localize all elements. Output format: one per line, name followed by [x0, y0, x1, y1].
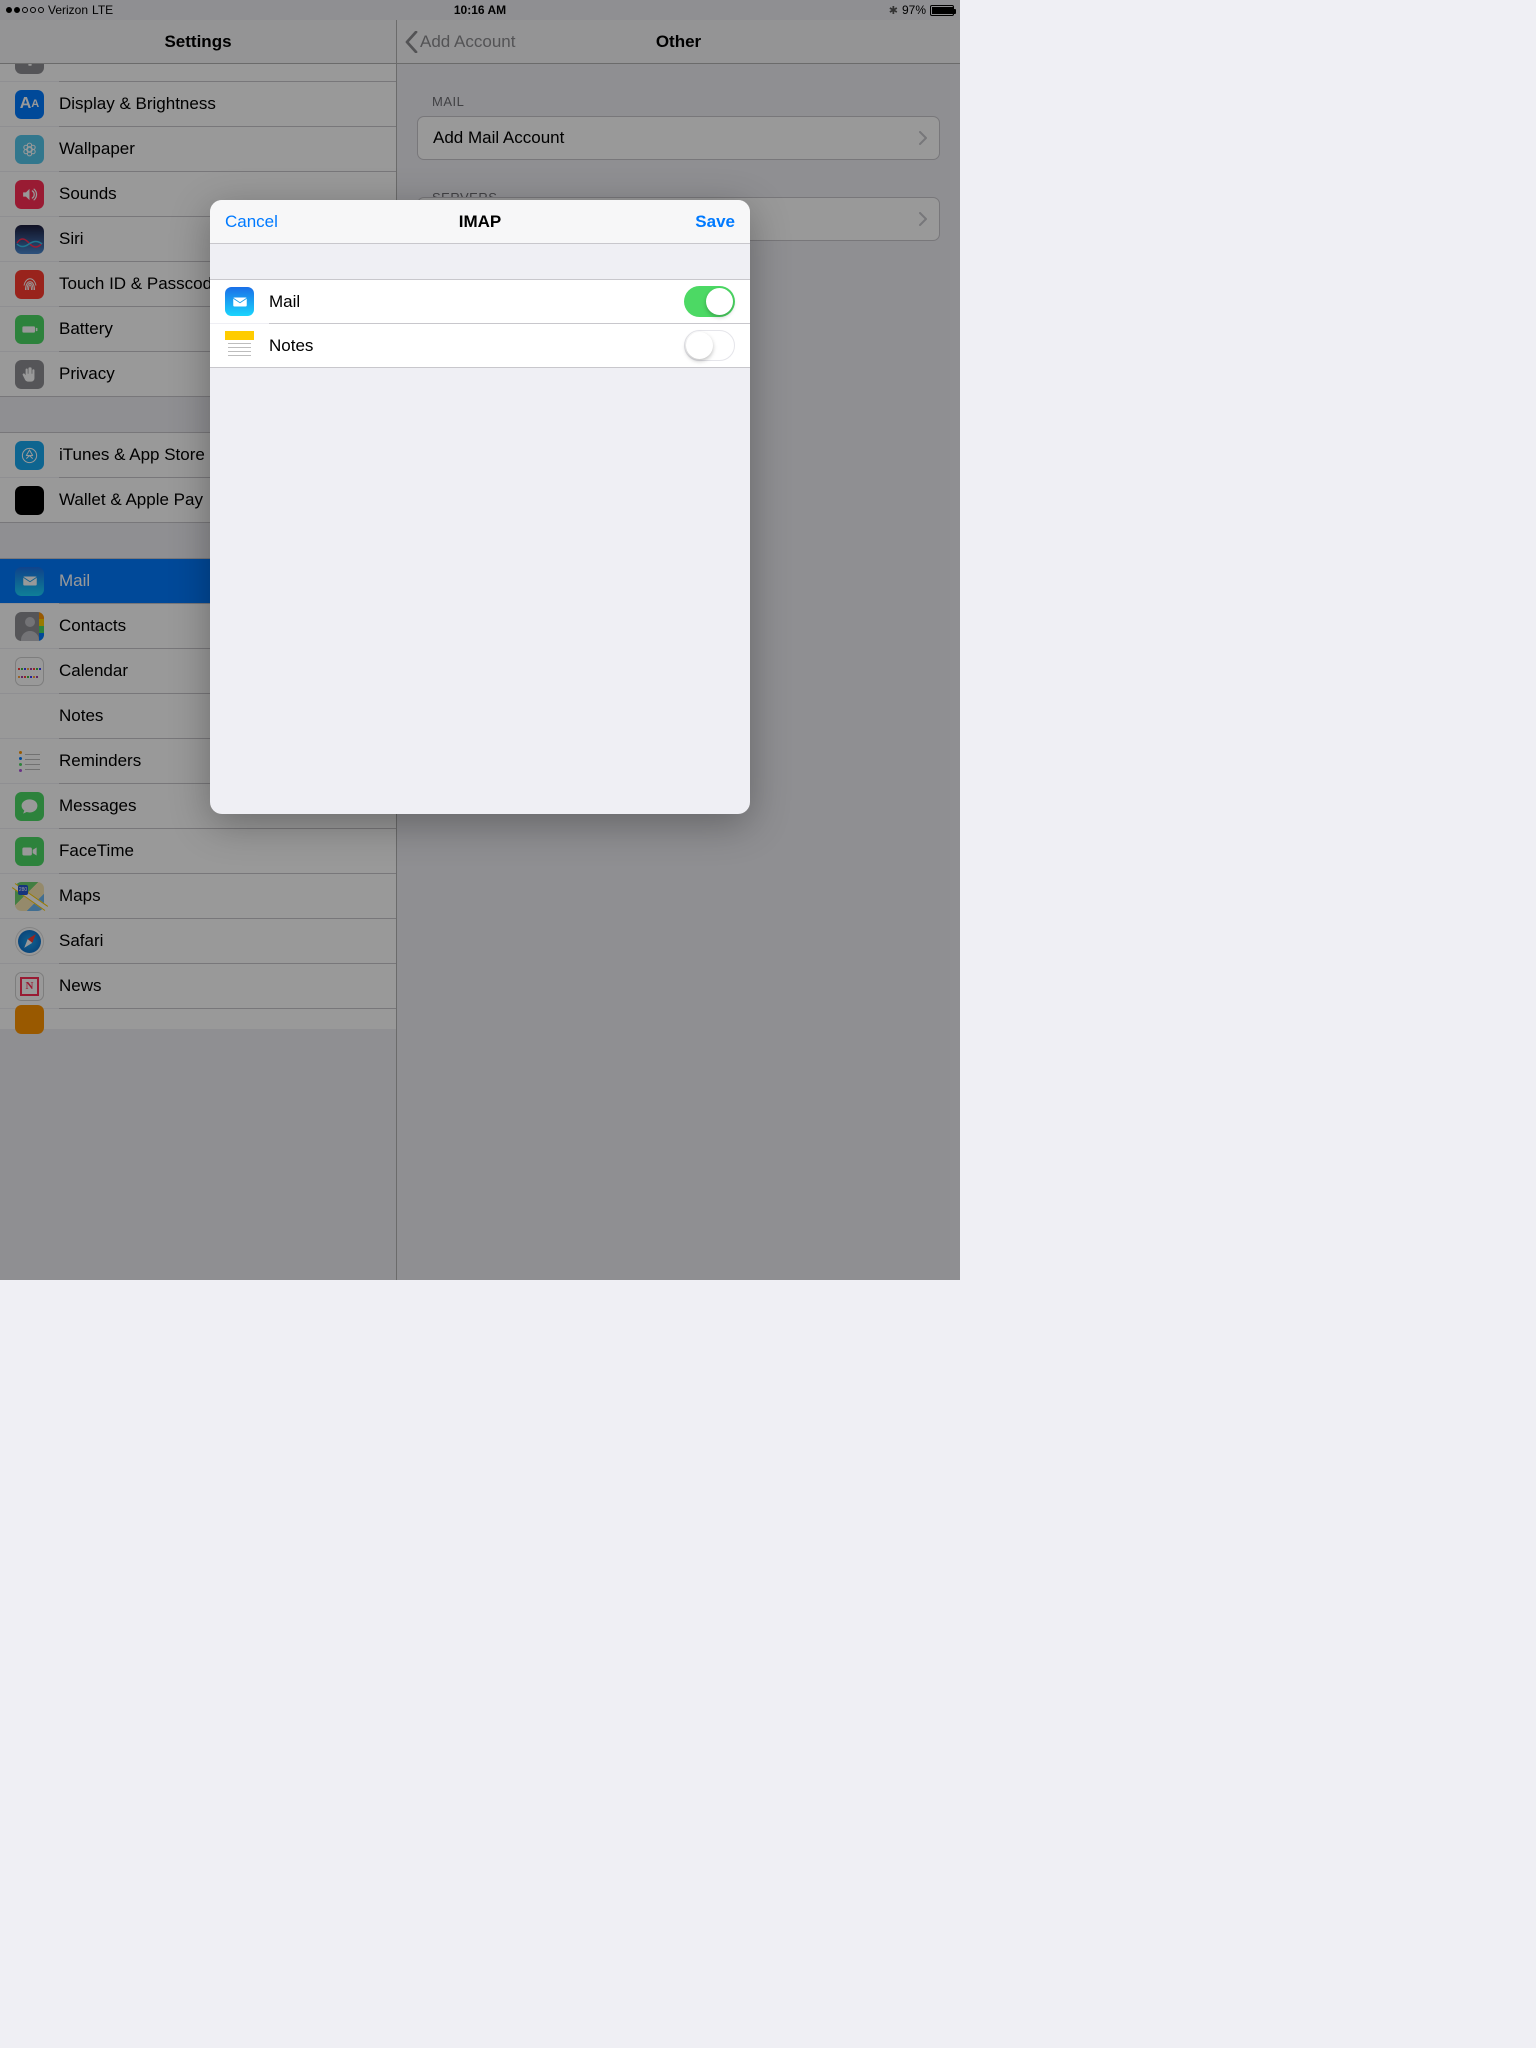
- save-button[interactable]: Save: [695, 212, 735, 232]
- mail-icon: [225, 287, 254, 316]
- notes-toggle[interactable]: [684, 330, 735, 361]
- notes-icon: [225, 331, 254, 360]
- modal-row-label: Mail: [269, 292, 684, 312]
- mail-toggle[interactable]: [684, 286, 735, 317]
- modal-row-mail: Mail: [210, 279, 750, 323]
- cancel-button[interactable]: Cancel: [225, 212, 278, 232]
- imap-modal: Cancel IMAP Save Mail Notes: [210, 200, 750, 814]
- modal-row-label: Notes: [269, 336, 684, 356]
- modal-title: IMAP: [459, 212, 502, 232]
- modal-row-notes: Notes: [210, 324, 750, 368]
